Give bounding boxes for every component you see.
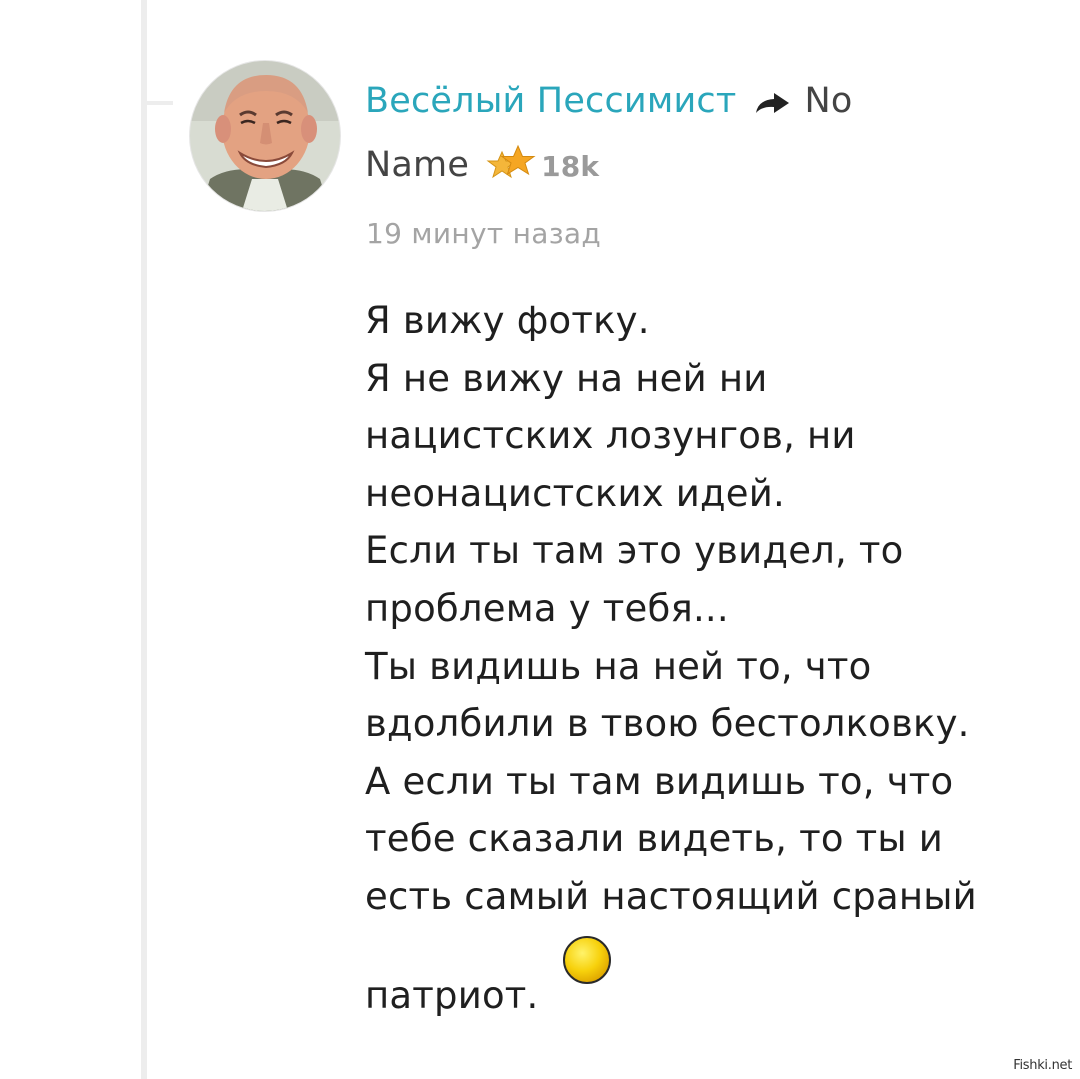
comment-line: неонацистских идей. [365, 471, 785, 515]
comment-line-last: патриот. [365, 934, 1065, 1025]
comment-header: Весёлый Пессимист No Name 18k [365, 70, 1005, 200]
comment-line: нацистских лозунгов, ни [365, 414, 856, 458]
comment-line: Я не вижу на ней ни [365, 356, 768, 400]
comment-line: А если ты там видишь то, что [365, 759, 954, 803]
author-name[interactable]: Весёлый Пессимист [365, 81, 736, 121]
reply-arrow-icon [754, 72, 790, 134]
comment-line: проблема у тебя... [365, 586, 729, 630]
comment-line: вдолбили в твою бестолковку. [365, 702, 970, 746]
comment-line: Если ты там это увидел, то [365, 529, 904, 573]
thread-line [141, 0, 147, 1079]
comment-body: Я вижу фотку. Я не вижу на ней ни нацист… [365, 292, 1065, 1024]
avatar-photo [190, 61, 340, 211]
thread-branch [147, 101, 173, 105]
comment-line: есть самый настоящий сраный [365, 874, 977, 918]
timestamp: 19 минут назад [366, 217, 602, 250]
comment-line: Я вижу фотку. [365, 299, 650, 342]
star-icon [485, 138, 537, 200]
comment-line: Ты видишь на ней то, что [365, 644, 872, 688]
avatar[interactable] [189, 60, 341, 212]
reply-target-name-part1[interactable]: No [804, 81, 852, 121]
reply-target-name-part2[interactable]: Name [365, 145, 469, 185]
comment-line: тебе сказали видеть, то ты и [365, 817, 944, 861]
watermark: Fishki.net [1011, 1058, 1074, 1073]
comment-line-text: патриот. [365, 973, 539, 1017]
karma-count: 18k [541, 150, 600, 183]
yellow-circle-emoji-icon [561, 934, 613, 1003]
